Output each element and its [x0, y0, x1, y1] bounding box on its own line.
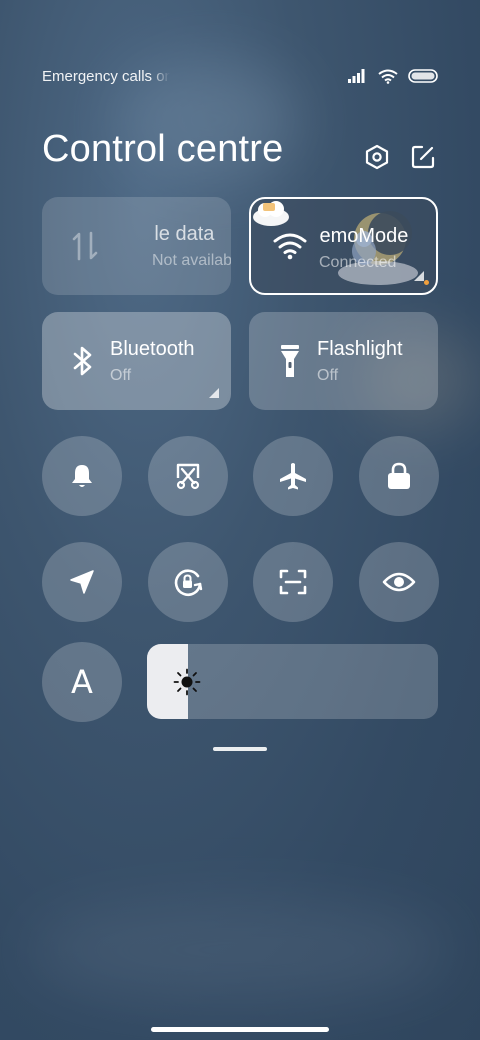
location-button[interactable]: [42, 542, 122, 622]
wifi-status: Connected: [319, 254, 397, 271]
status-dot: [424, 280, 429, 285]
status-icons: [348, 69, 438, 84]
mobile-data-icon: [68, 229, 102, 263]
wifi-icon: [273, 229, 307, 263]
battery-icon: [408, 69, 438, 83]
page-title: Control centre: [42, 128, 284, 170]
header-actions: [364, 144, 436, 170]
location-arrow-icon: [70, 570, 94, 594]
flashlight-tile[interactable]: Flashlight Off: [249, 312, 438, 410]
drag-handle[interactable]: [213, 747, 267, 751]
edit-icon[interactable]: [410, 144, 436, 170]
brightness-slider[interactable]: [147, 644, 438, 719]
airplane-icon: [280, 463, 306, 490]
mobile-data-status: Not available: [152, 252, 231, 269]
wifi-network-name: DemoMode: [305, 225, 409, 247]
cloud-sticker-icon: [253, 201, 289, 226]
sound-toggle-button[interactable]: [42, 436, 122, 516]
signal-icon: [348, 69, 365, 83]
mobile-data-tile[interactable]: Mobile data Not available: [42, 197, 231, 295]
background-blur: [30, 900, 450, 1000]
rotation-lock-icon: [174, 569, 203, 597]
bluetooth-icon: [66, 344, 100, 378]
wifi-tile[interactable]: DemoMode Connected: [249, 197, 438, 295]
letter-a-icon: A: [71, 663, 93, 701]
reading-mode-button[interactable]: [359, 542, 439, 622]
bell-icon: [72, 465, 92, 487]
screenshot-icon: [176, 463, 200, 490]
rotation-lock-button[interactable]: [148, 542, 228, 622]
scanner-button[interactable]: [253, 542, 333, 622]
flashlight-status: Off: [317, 367, 339, 384]
status-bar: Emergency calls only: [42, 66, 438, 86]
bluetooth-status: Off: [110, 367, 132, 384]
expand-corner-icon[interactable]: [414, 271, 424, 281]
mobile-data-title: Mobile data: [111, 223, 215, 245]
hexagon-settings-icon[interactable]: [364, 144, 390, 170]
wifi-status-icon: [378, 69, 398, 84]
scan-icon: [279, 569, 307, 595]
flashlight-icon: [273, 344, 307, 378]
screenshot-button[interactable]: [148, 436, 228, 516]
lock-icon: [388, 462, 410, 489]
carrier-status-text: Emergency calls only: [42, 67, 170, 85]
flashlight-title: Flashlight: [317, 338, 403, 360]
bluetooth-title: Bluetooth: [110, 338, 195, 360]
sun-icon: [173, 668, 201, 696]
home-indicator[interactable]: [151, 1027, 329, 1032]
eye-icon: [382, 572, 416, 592]
airplane-mode-button[interactable]: [253, 436, 333, 516]
lock-screen-button[interactable]: [359, 436, 439, 516]
expand-corner-icon[interactable]: [209, 388, 219, 398]
auto-brightness-button[interactable]: A: [42, 642, 122, 722]
bluetooth-tile[interactable]: Bluetooth Off: [42, 312, 231, 410]
